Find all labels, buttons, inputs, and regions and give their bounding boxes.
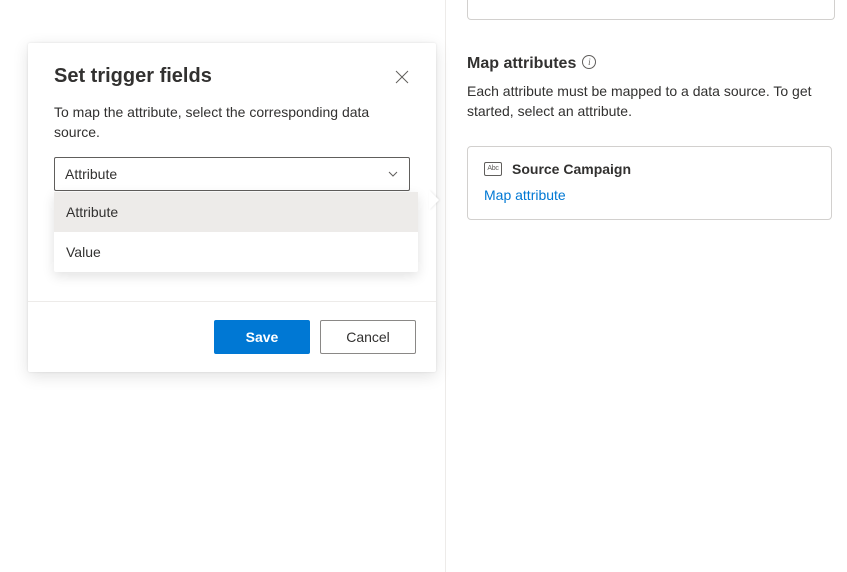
dialog-body: Set trigger fields To map the attribute,… [28, 43, 436, 191]
attribute-card-header: Abc Source Campaign [484, 161, 815, 177]
dialog-title: Set trigger fields [54, 65, 212, 88]
attribute-card-source-campaign[interactable]: Abc Source Campaign Map attribute [467, 146, 832, 220]
map-attribute-link[interactable]: Map attribute [484, 187, 566, 203]
attribute-card-title: Source Campaign [512, 161, 631, 177]
cancel-button[interactable]: Cancel [320, 320, 416, 354]
dialog-description: To map the attribute, select the corresp… [54, 102, 410, 143]
map-attributes-panel: Map attributes i Each attribute must be … [467, 55, 832, 220]
map-attributes-description: Each attribute must be mapped to a data … [467, 81, 832, 122]
dropdown-selected-text: Attribute [65, 166, 117, 182]
dropdown-wrapper: Attribute Attribute Value [54, 157, 410, 191]
map-attributes-title: Map attributes [467, 55, 576, 73]
attribute-dropdown[interactable]: Attribute [54, 157, 410, 191]
map-attributes-header: Map attributes i [467, 55, 832, 73]
dialog-footer: Save Cancel [28, 301, 436, 372]
info-icon[interactable]: i [582, 55, 596, 69]
dropdown-option-value[interactable]: Value [54, 232, 418, 272]
dropdown-option-attribute[interactable]: Attribute [54, 192, 418, 232]
text-type-icon: Abc [484, 162, 502, 176]
chevron-down-icon [387, 168, 399, 180]
save-button[interactable]: Save [214, 320, 310, 354]
set-trigger-fields-dialog: Set trigger fields To map the attribute,… [28, 43, 436, 372]
callout-pointer [429, 190, 439, 210]
close-icon[interactable] [394, 69, 410, 85]
dialog-header: Set trigger fields [54, 65, 410, 88]
previous-card-edge [467, 0, 835, 20]
dropdown-list: Attribute Value [54, 192, 418, 272]
vertical-divider [445, 0, 446, 572]
